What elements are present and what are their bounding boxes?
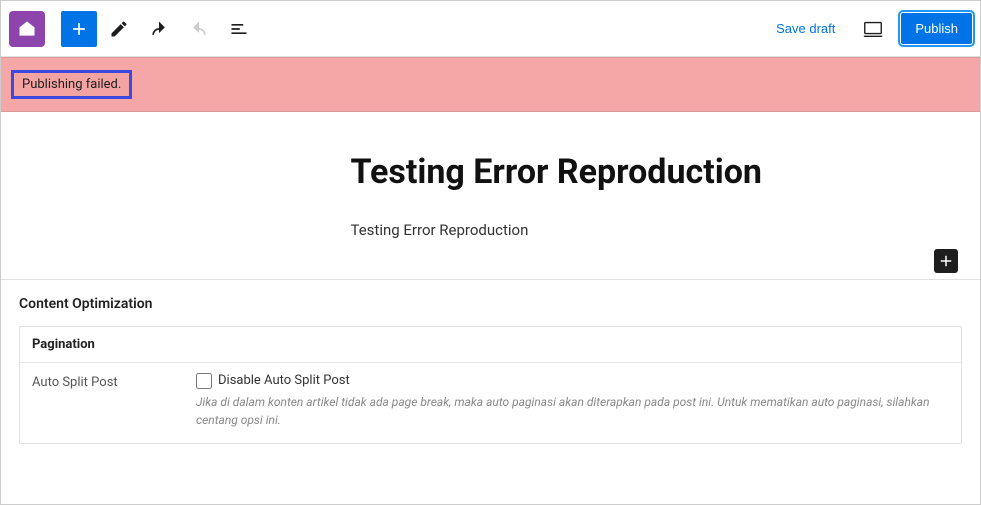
preview-button[interactable] bbox=[855, 11, 891, 47]
add-block-button[interactable] bbox=[61, 11, 97, 47]
edit-tool-button[interactable] bbox=[101, 11, 137, 47]
pagination-panel-title: Pagination bbox=[20, 327, 961, 363]
content-optimization-title: Content Optimization bbox=[19, 296, 962, 312]
auto-split-label: Auto Split Post bbox=[32, 373, 172, 390]
envelope-icon bbox=[17, 19, 37, 39]
editor-toolbar: Save draft Publish bbox=[1, 1, 980, 57]
disable-auto-split-checkbox[interactable] bbox=[196, 373, 212, 389]
redo-icon bbox=[189, 19, 209, 39]
auto-split-help-text: Jika di dalam konten artikel tidak ada p… bbox=[196, 393, 949, 429]
undo-icon bbox=[149, 19, 169, 39]
pencil-icon bbox=[109, 19, 129, 39]
disable-auto-split-checkbox-label: Disable Auto Split Post bbox=[218, 373, 350, 388]
editor-canvas: Testing Error Reproduction Testing Error… bbox=[1, 112, 980, 279]
error-message: Publishing failed. bbox=[11, 70, 132, 99]
pagination-panel: Pagination Auto Split Post Disable Auto … bbox=[19, 326, 962, 444]
plus-icon bbox=[69, 19, 89, 39]
list-icon bbox=[229, 19, 249, 39]
desktop-icon bbox=[862, 18, 884, 40]
auto-split-row: Auto Split Post Disable Auto Split Post … bbox=[20, 363, 961, 443]
undo-button[interactable] bbox=[141, 11, 177, 47]
publish-button[interactable]: Publish bbox=[901, 13, 972, 44]
save-draft-button[interactable]: Save draft bbox=[768, 15, 843, 42]
redo-button[interactable] bbox=[181, 11, 217, 47]
app-logo[interactable] bbox=[9, 11, 45, 47]
plus-icon bbox=[937, 252, 955, 270]
error-notice: Publishing failed. bbox=[1, 57, 980, 112]
post-title[interactable]: Testing Error Reproduction bbox=[351, 152, 811, 193]
content-optimization-section: Content Optimization Pagination Auto Spl… bbox=[1, 279, 980, 456]
post-body-paragraph[interactable]: Testing Error Reproduction bbox=[351, 221, 811, 239]
inline-add-block-button[interactable] bbox=[934, 249, 958, 273]
document-outline-button[interactable] bbox=[221, 11, 257, 47]
